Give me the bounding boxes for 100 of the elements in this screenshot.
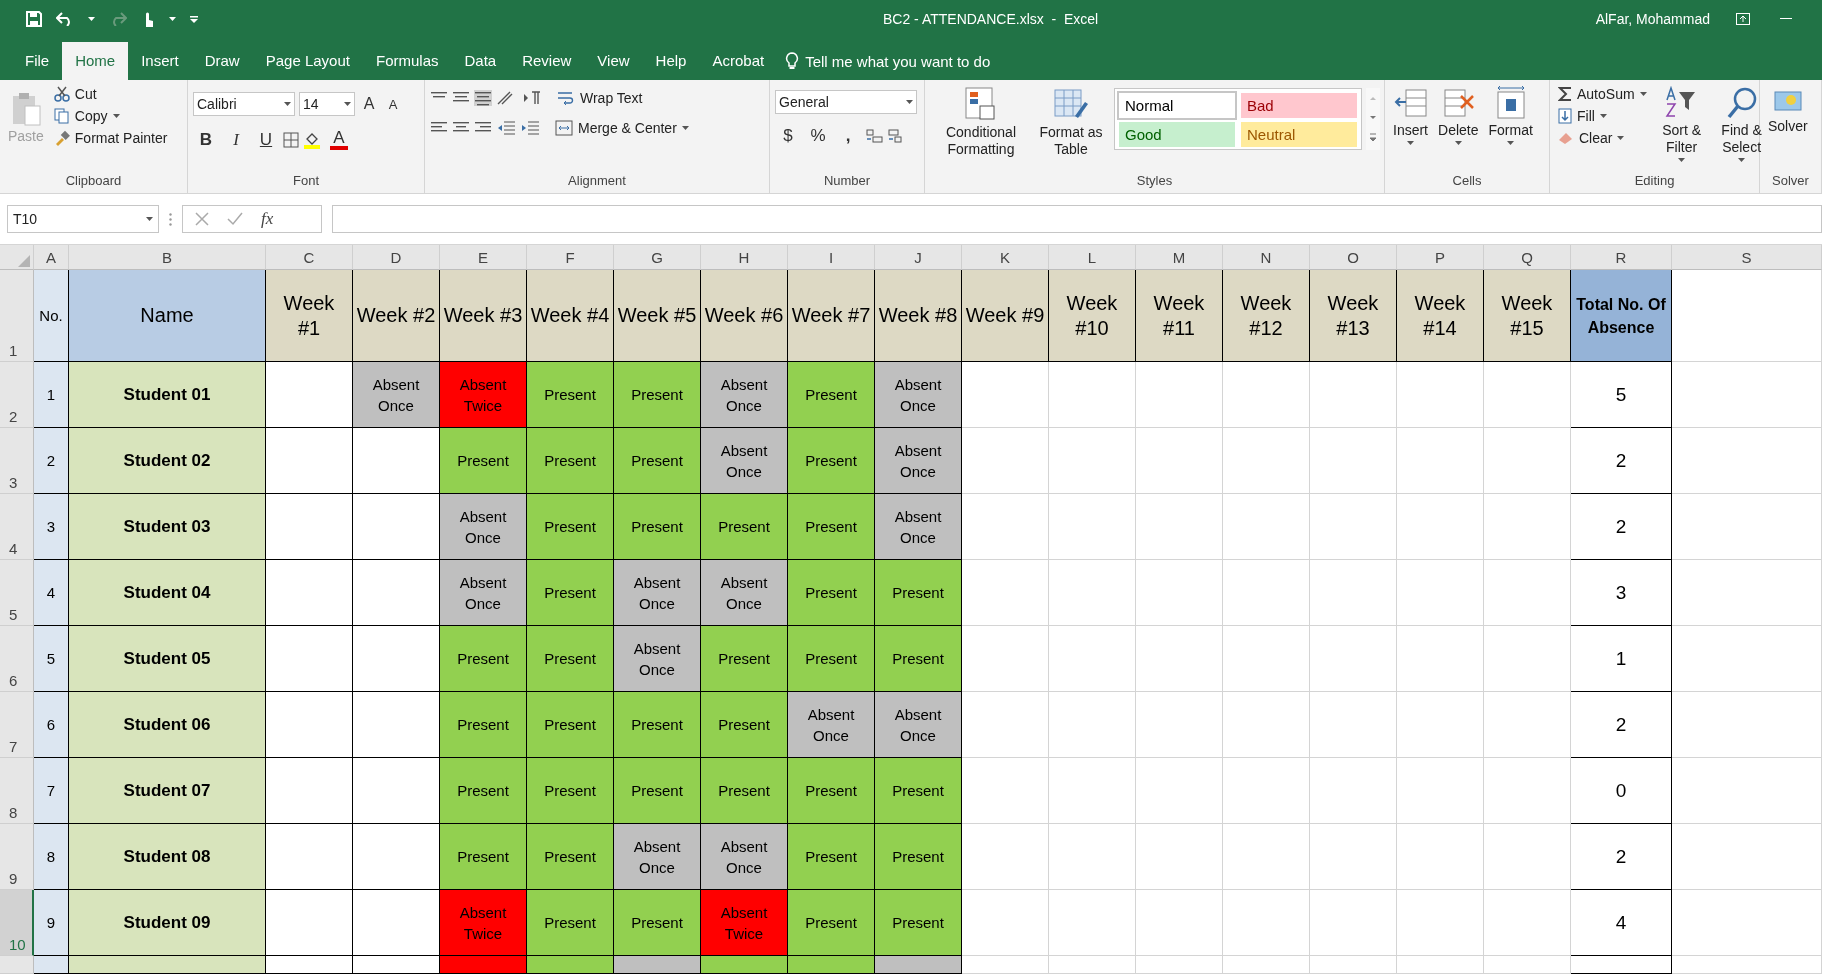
column-header[interactable]: B <box>69 245 266 270</box>
autosum-button[interactable]: AutoSum <box>1555 84 1650 104</box>
column-header[interactable]: K <box>962 245 1049 270</box>
minimize-icon[interactable] <box>1780 18 1792 20</box>
column-header[interactable]: P <box>1397 245 1484 270</box>
ribbon-tab[interactable]: Formulas <box>362 42 452 80</box>
row-header[interactable]: 3 <box>0 428 34 494</box>
column-header[interactable]: L <box>1049 245 1136 270</box>
save-icon[interactable] <box>26 11 42 27</box>
ribbon-tab[interactable]: View <box>584 42 643 80</box>
ribbon-display-icon[interactable] <box>1736 13 1750 25</box>
grow-font-button[interactable]: A <box>359 90 379 118</box>
row-header[interactable]: 6 <box>0 626 34 692</box>
cell-style-option[interactable]: Bad <box>1241 93 1357 118</box>
caret-icon[interactable] <box>284 102 291 106</box>
column-header[interactable]: O <box>1310 245 1397 270</box>
column-header[interactable]: N <box>1223 245 1310 270</box>
decrease-indent-icon[interactable] <box>496 120 516 136</box>
user-name[interactable]: AlFar, Mohammad <box>1595 11 1710 27</box>
cell-style-option[interactable]: Neutral <box>1241 122 1357 147</box>
row-header[interactable]: 1 <box>0 270 34 362</box>
ribbon-tab[interactable]: Acrobat <box>699 42 778 80</box>
row-header[interactable]: 2 <box>0 362 34 428</box>
merge-center-button[interactable]: Merge & Center <box>552 118 692 138</box>
row-header[interactable]: 4 <box>0 494 34 560</box>
caret-icon[interactable] <box>344 102 351 106</box>
row-header[interactable]: 7 <box>0 692 34 758</box>
row-header[interactable]: 5 <box>0 560 34 626</box>
align-bottom-icon[interactable] <box>474 90 492 106</box>
comma-style-button[interactable]: , <box>835 122 861 150</box>
bold-button[interactable]: B <box>193 126 219 154</box>
row-header[interactable]: 10 <box>0 890 34 956</box>
ribbon-tab[interactable]: Insert <box>128 42 192 80</box>
customize-icon[interactable] <box>190 15 198 23</box>
column-header[interactable]: C <box>266 245 353 270</box>
font-color-button[interactable]: A <box>327 128 351 152</box>
decrease-decimal-icon[interactable] <box>887 128 905 144</box>
sort-filter-button[interactable]: Sort & Filter <box>1653 84 1710 171</box>
column-header[interactable]: M <box>1136 245 1223 270</box>
fill-color-icon[interactable] <box>303 131 323 149</box>
group-label: Cells <box>1451 172 1483 190</box>
column-header[interactable]: I <box>788 245 875 270</box>
ribbon-tab[interactable]: File <box>12 42 63 80</box>
row-header[interactable]: 9 <box>0 824 34 890</box>
name-box[interactable]: T10 <box>7 205 159 233</box>
column-header[interactable]: S <box>1672 245 1822 270</box>
column-header[interactable]: H <box>701 245 788 270</box>
table-cell: Present <box>701 626 788 692</box>
table-cell: Present <box>440 428 527 494</box>
ribbon-tab[interactable]: Help <box>642 42 700 80</box>
column-header[interactable]: R <box>1571 245 1672 270</box>
cells-delete-button[interactable]: Delete <box>1435 84 1482 171</box>
ribbon-tab[interactable]: Draw <box>191 42 253 80</box>
font-name-field[interactable]: Calibri <box>193 92 295 116</box>
column-header[interactable]: E <box>440 245 527 270</box>
cell-style-option[interactable]: Good <box>1119 122 1235 147</box>
column-header[interactable]: Q <box>1484 245 1571 270</box>
caret-icon[interactable] <box>906 100 913 104</box>
clear-button[interactable]: Clear <box>1555 128 1650 148</box>
caret-icon[interactable] <box>146 217 153 221</box>
format-painter-button[interactable]: Format Painter <box>50 128 171 148</box>
conditional-formatting-button[interactable]: Conditional Formatting <box>930 84 1032 171</box>
wrap-text-button[interactable]: Wrap Text <box>554 88 646 108</box>
table-cell: Name <box>69 270 266 362</box>
font-size-field[interactable]: 14 <box>299 92 355 116</box>
fill-button[interactable]: Fill <box>1555 106 1650 126</box>
increase-indent-icon[interactable] <box>520 120 540 136</box>
ribbon-tab[interactable]: Home <box>62 42 129 80</box>
percent-button[interactable]: % <box>805 122 831 150</box>
copy-button[interactable]: Copy <box>50 106 171 126</box>
cut-button[interactable]: Cut <box>50 84 171 104</box>
column-header[interactable]: D <box>353 245 440 270</box>
ribbon-tab[interactable]: Review <box>509 42 585 80</box>
underline-button[interactable]: U <box>253 126 279 154</box>
cell-style-option[interactable]: Normal <box>1119 93 1235 118</box>
tell-me-search[interactable]: Tell me what you want to do <box>805 52 991 70</box>
paragraph-direction-icon[interactable] <box>522 90 542 106</box>
caret-icon[interactable] <box>88 17 95 21</box>
italic-button[interactable]: I <box>223 126 249 154</box>
number-format-field[interactable]: General <box>775 90 917 114</box>
column-header[interactable]: J <box>875 245 962 270</box>
more-options-icon[interactable] <box>169 212 172 226</box>
borders-icon[interactable] <box>283 132 299 148</box>
shrink-font-button[interactable]: A <box>383 90 403 118</box>
column-header[interactable]: F <box>527 245 614 270</box>
column-header[interactable]: A <box>34 245 69 270</box>
group-label: Editing <box>1633 172 1676 190</box>
caret-icon[interactable] <box>169 17 176 21</box>
insert-function-button[interactable]: fx <box>261 209 274 229</box>
ribbon-tab[interactable]: Data <box>451 42 510 80</box>
lightbulb-icon[interactable] <box>785 52 800 70</box>
format-as-table-button[interactable]: Format as Table <box>1036 84 1106 171</box>
cells-insert-button[interactable]: Insert <box>1390 84 1431 171</box>
currency-button[interactable]: $ <box>775 122 801 150</box>
increase-decimal-icon[interactable] <box>865 128 883 144</box>
cells-format-button[interactable]: Format <box>1485 84 1536 171</box>
column-header[interactable]: G <box>614 245 701 270</box>
row-header[interactable]: 8 <box>0 758 34 824</box>
ribbon-tab[interactable]: Page Layout <box>252 42 363 80</box>
formula-input[interactable] <box>332 205 1822 233</box>
